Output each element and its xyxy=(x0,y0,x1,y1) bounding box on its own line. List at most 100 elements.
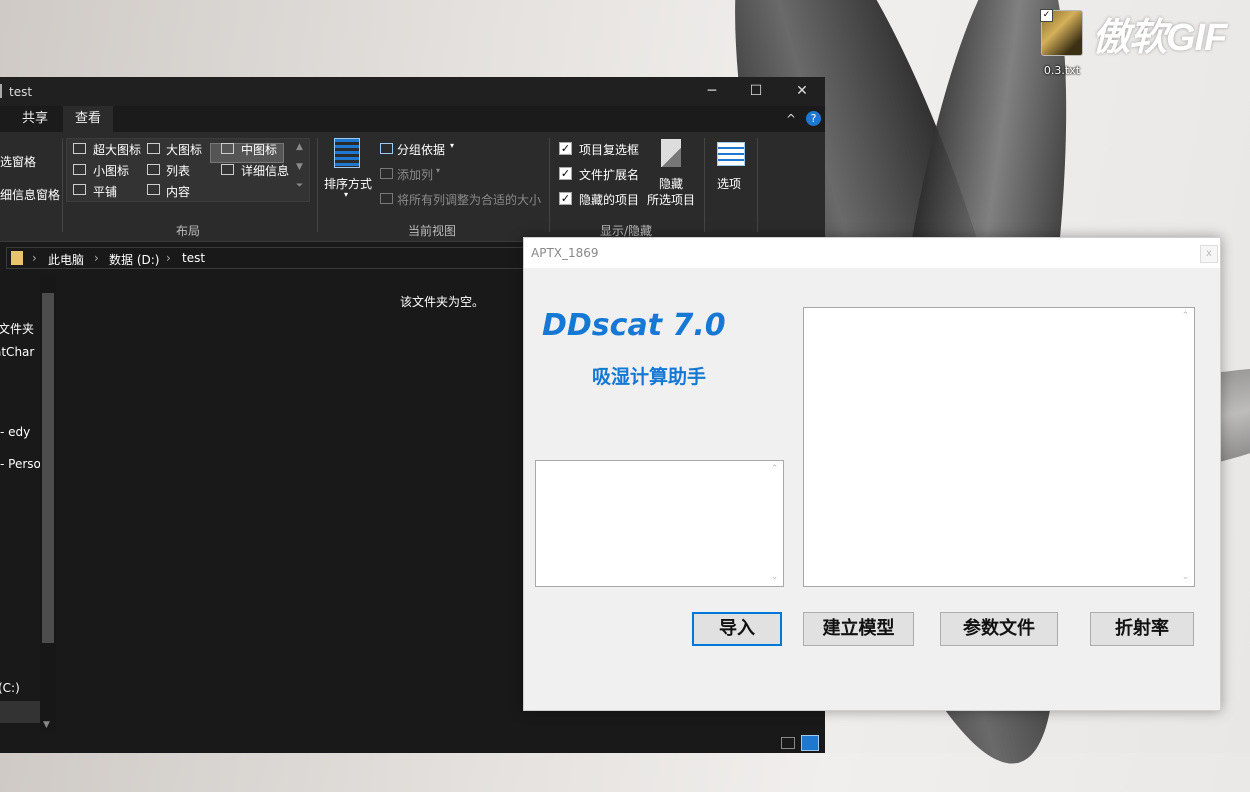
nav-item[interactable]: - Perso xyxy=(0,457,41,471)
gallery-scroll-down-icon[interactable]: ▼ xyxy=(296,162,303,172)
ribbon-separator xyxy=(757,138,758,232)
nav-item[interactable]: - edy xyxy=(0,425,30,439)
small-icons-icon xyxy=(73,164,86,175)
output-text-area[interactable]: ⌃ ⌄ xyxy=(803,307,1195,587)
layout-list[interactable]: 列表 xyxy=(166,162,190,179)
options-icon xyxy=(717,142,745,166)
scroll-up-icon[interactable]: ⌃ xyxy=(766,461,783,478)
layout-group-label: 布局 xyxy=(176,224,201,238)
add-column-button[interactable]: 添加列 xyxy=(397,166,433,183)
layout-extra-large[interactable]: 超大图标 xyxy=(93,141,141,158)
app-title: DDscat 7.0 xyxy=(542,308,726,343)
app-subtitle: 吸湿计算助手 xyxy=(592,366,707,388)
breadcrumb-drive-d[interactable]: 数据 (D:) xyxy=(109,251,159,268)
help-icon[interactable]: ? xyxy=(806,111,821,126)
folder-icon xyxy=(11,251,23,265)
dialog-titlebar: APTX_1869 x xyxy=(524,238,1220,268)
nav-item-selected[interactable] xyxy=(0,701,40,723)
add-column-dropdown-icon[interactable]: ▾ xyxy=(436,166,440,175)
extra-large-icons-icon xyxy=(73,143,86,154)
nav-scrollbar[interactable]: ▼ xyxy=(40,275,56,733)
nav-scrollbar-thumb[interactable] xyxy=(42,293,54,643)
desktop-file[interactable]: ✓ 0.3.txt xyxy=(1032,9,1092,77)
minimize-button[interactable]: ─ xyxy=(697,81,727,101)
sort-by-icon xyxy=(334,138,360,168)
ribbon: 选窗格 细信息窗格 超大图标 大图标 中图标 小图标 列表 详细信息 平铺 内容… xyxy=(0,132,825,242)
tab-share[interactable]: 共享 xyxy=(10,106,60,132)
medium-icons-icon xyxy=(221,143,234,154)
details-view-icon[interactable] xyxy=(781,737,795,749)
status-bar xyxy=(0,733,825,753)
text-area-scrollbar[interactable]: ⌃ ⌄ xyxy=(1177,308,1194,586)
details-pane-button[interactable]: 细信息窗格 xyxy=(0,186,60,203)
tab-view[interactable]: 查看 xyxy=(63,106,114,132)
ribbon-separator xyxy=(704,138,705,232)
hidden-items-label: 隐藏的项目 xyxy=(579,193,640,207)
nav-item[interactable]: 文件夹 xyxy=(0,320,34,337)
file-extensions-label: 文件扩展名 xyxy=(579,168,640,182)
gallery-scroll-up-icon[interactable]: ▲ xyxy=(296,142,303,152)
preview-pane-button[interactable]: 选窗格 xyxy=(0,153,36,170)
ddscat-dialog: APTX_1869 x DDscat 7.0 吸湿计算助手 ⌃ ⌄ ⌃ ⌄ 导入… xyxy=(523,237,1221,711)
collapse-ribbon-icon[interactable]: ^ xyxy=(786,112,796,126)
sort-dropdown-icon[interactable]: ▾ xyxy=(344,190,348,199)
group-by-icon xyxy=(380,143,393,154)
fit-columns-icon xyxy=(380,193,393,204)
nav-item[interactable]: atChar xyxy=(0,345,34,359)
refractive-index-button[interactable]: 折射率 xyxy=(1090,612,1194,646)
layout-details[interactable]: 详细信息 xyxy=(241,162,289,179)
ribbon-separator xyxy=(62,138,63,232)
scroll-down-icon[interactable]: ▼ xyxy=(43,720,50,730)
breadcrumb-chevron-icon: › xyxy=(94,251,99,265)
options-button[interactable]: 选项 xyxy=(717,175,741,192)
group-by-dropdown-icon[interactable]: ▾ xyxy=(450,141,454,150)
layout-content[interactable]: 内容 xyxy=(166,183,190,200)
hide-selected-icon xyxy=(661,139,681,167)
dialog-close-button[interactable]: x xyxy=(1200,245,1218,263)
build-model-button[interactable]: 建立模型 xyxy=(803,612,914,646)
gallery-expand-icon[interactable]: ⏷ xyxy=(296,181,303,191)
scroll-down-icon[interactable]: ⌄ xyxy=(766,569,783,586)
nav-item[interactable]: (C:) xyxy=(0,681,20,695)
address-field[interactable]: › 此电脑 › 数据 (D:) › test xyxy=(6,247,526,269)
hide-selected-button[interactable]: 隐藏 xyxy=(659,175,683,192)
breadcrumb-test[interactable]: test xyxy=(182,251,205,265)
breadcrumb-chevron-icon: › xyxy=(166,251,171,265)
breadcrumb-chevron-icon: › xyxy=(32,251,37,265)
group-by-button[interactable]: 分组依据 xyxy=(397,141,445,158)
file-thumbnail-icon: ✓ xyxy=(1040,9,1083,56)
maximize-button[interactable]: ☐ xyxy=(741,81,771,101)
import-button[interactable]: 导入 xyxy=(692,612,782,646)
navigation-pane: 文件夹 atChar - edy - Perso (C:) ▼ xyxy=(0,275,57,733)
hidden-items-toggle[interactable]: ✓ xyxy=(559,192,572,205)
small-text-area[interactable]: ⌃ ⌄ xyxy=(535,460,784,587)
text-area-scrollbar[interactable]: ⌃ ⌄ xyxy=(766,461,783,586)
scroll-down-icon[interactable]: ⌄ xyxy=(1177,569,1194,586)
details-icon xyxy=(221,164,234,175)
tiles-icon xyxy=(73,184,86,195)
current-view-group-label: 当前视图 xyxy=(408,224,457,238)
layout-large[interactable]: 大图标 xyxy=(166,141,202,158)
scroll-up-icon[interactable]: ⌃ xyxy=(1177,308,1194,325)
item-checkbox-toggle[interactable]: ✓ xyxy=(559,142,572,155)
dialog-title: APTX_1869 xyxy=(531,246,599,260)
desktop-file-label: 0.3.txt xyxy=(1043,64,1081,77)
ribbon-separator xyxy=(317,138,318,232)
fit-columns-button[interactable]: 将所有列调整为合适的大小 xyxy=(397,191,541,208)
ribbon-tabs: 共享 查看 ^ ? xyxy=(0,106,825,132)
large-icons-icon xyxy=(147,143,160,154)
layout-medium[interactable]: 中图标 xyxy=(241,141,277,158)
close-button[interactable]: ✕ xyxy=(787,81,817,101)
list-icon xyxy=(147,164,160,175)
file-extensions-toggle[interactable]: ✓ xyxy=(559,167,572,180)
layout-small[interactable]: 小图标 xyxy=(93,162,129,179)
large-icons-view-icon[interactable] xyxy=(801,735,819,751)
param-file-button[interactable]: 参数文件 xyxy=(940,612,1058,646)
title-bar-edge xyxy=(0,84,2,98)
content-icon xyxy=(147,184,160,195)
item-checkbox-label: 项目复选框 xyxy=(579,143,640,157)
explorer-title: test xyxy=(9,85,33,99)
layout-tiles[interactable]: 平铺 xyxy=(93,183,117,200)
recorder-watermark: 傲软GIF xyxy=(1092,17,1227,59)
breadcrumb-this-pc[interactable]: 此电脑 xyxy=(48,251,84,268)
